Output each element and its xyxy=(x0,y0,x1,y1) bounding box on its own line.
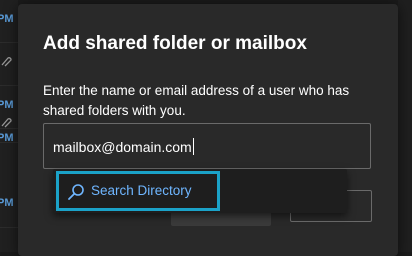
list-item[interactable]: PM xyxy=(0,110,18,144)
attachment-icon xyxy=(1,118,12,128)
mailbox-input-value: mailbox@domain.com xyxy=(53,138,194,155)
text-caret xyxy=(192,138,194,155)
search-icon xyxy=(68,184,84,200)
time-label: PM xyxy=(0,197,14,209)
list-item[interactable]: PM xyxy=(0,0,18,43)
time-label: PM xyxy=(0,13,14,25)
message-list-background: PM PM PM PM xyxy=(0,0,18,252)
add-shared-folder-dialog: Add shared folder or mailbox Enter the n… xyxy=(18,4,398,256)
dialog-title: Add shared folder or mailbox xyxy=(43,33,307,54)
time-label: PM xyxy=(0,132,14,144)
search-directory-label: Search Directory xyxy=(91,183,192,198)
list-item[interactable]: PM xyxy=(0,185,18,228)
list-item[interactable] xyxy=(0,43,18,86)
search-directory-option[interactable]: Search Directory xyxy=(56,171,220,211)
background-edge xyxy=(398,0,412,252)
input-text: mailbox@domain.com xyxy=(53,139,192,155)
suggestion-dropdown: Search Directory xyxy=(53,169,347,213)
attachment-icon xyxy=(1,57,12,67)
dialog-description: Enter the name or email address of a use… xyxy=(43,83,350,118)
mailbox-input[interactable]: mailbox@domain.com xyxy=(43,123,371,169)
